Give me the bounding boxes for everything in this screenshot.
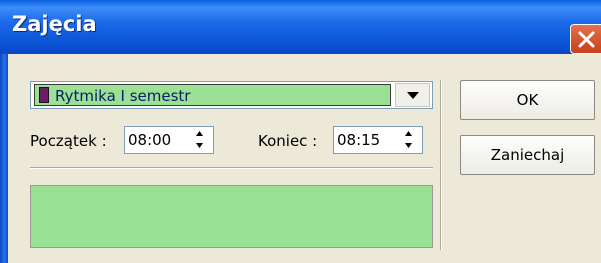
cancel-button[interactable]: Zaniechaj	[460, 135, 595, 175]
chevron-down-icon	[407, 92, 419, 99]
activity-select-value: Rytmika I semestr	[55, 87, 191, 105]
activity-color-preview	[30, 185, 433, 248]
spin-up-icon	[405, 131, 412, 136]
horizontal-divider	[30, 167, 433, 169]
dialog-window: Zajęcia Rytmika I semestr Początek : 08:…	[0, 0, 601, 263]
start-time-value[interactable]: 08:00	[128, 131, 171, 149]
start-time-spinner[interactable]	[187, 128, 212, 152]
spin-up-icon	[196, 131, 203, 136]
spin-down-icon	[405, 143, 412, 148]
title-bar[interactable]: Zajęcia	[0, 0, 601, 54]
activity-color-swatch	[39, 87, 49, 103]
start-time-label: Początek :	[30, 132, 107, 150]
dialog-client-area: Rytmika I semestr Początek : 08:00 Konie…	[8, 54, 601, 263]
start-time-decrement-button[interactable]	[187, 140, 212, 152]
dialog-title: Zajęcia	[12, 12, 97, 36]
end-time-decrement-button[interactable]	[396, 140, 421, 152]
ok-button[interactable]: OK	[460, 80, 595, 120]
activity-select-dropdown-button[interactable]	[395, 83, 430, 107]
end-time-increment-button[interactable]	[396, 128, 421, 140]
activity-select-field[interactable]: Rytmika I semestr	[34, 84, 391, 106]
activity-select[interactable]: Rytmika I semestr	[30, 81, 433, 109]
window-frame	[0, 54, 8, 263]
close-icon	[578, 31, 595, 48]
end-time-label: Koniec :	[258, 132, 318, 150]
vertical-divider	[440, 80, 442, 250]
close-button[interactable]	[570, 24, 601, 54]
end-time-input[interactable]: 08:15	[333, 126, 423, 154]
start-time-input[interactable]: 08:00	[124, 126, 214, 154]
start-time-increment-button[interactable]	[187, 128, 212, 140]
end-time-spinner[interactable]	[396, 128, 421, 152]
end-time-value[interactable]: 08:15	[337, 131, 380, 149]
spin-down-icon	[196, 143, 203, 148]
